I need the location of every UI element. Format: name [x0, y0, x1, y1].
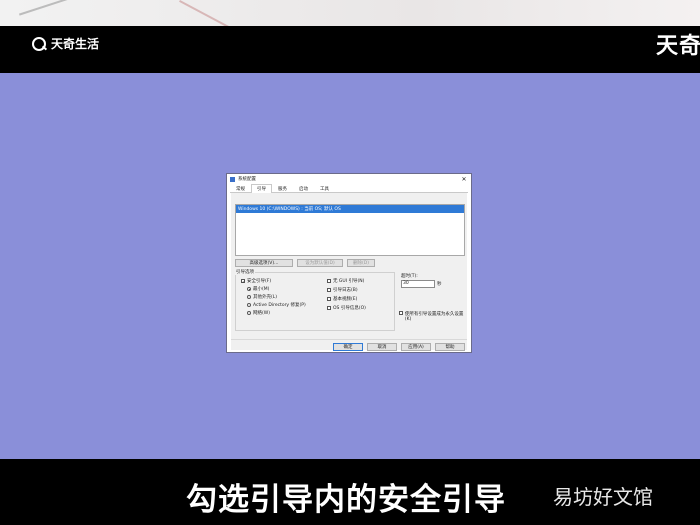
checkbox-box[interactable] [241, 279, 245, 283]
os-entry[interactable]: Windows 10 (C:\WINDOWS) : 当前 OS; 默认 OS [236, 205, 464, 213]
tab-services[interactable]: 服务 [272, 184, 293, 192]
photo-decoration [18, 0, 82, 26]
checkbox-box[interactable] [327, 279, 331, 283]
radio-label: Active Directory 修复(P) [253, 303, 306, 308]
dialog-title: 系统配置 [238, 177, 256, 182]
checkbox-box[interactable] [399, 311, 403, 315]
radio-network[interactable]: 网络(W) [247, 310, 270, 316]
dialog-titlebar: 系统配置 ✕ [227, 174, 471, 184]
logo-text: 天奇生活 [51, 37, 100, 51]
radio-alternate-shell[interactable]: 其他外壳(L) [247, 294, 277, 300]
footer-divider [231, 339, 467, 340]
timeout-label: 超时(T): [401, 274, 418, 279]
make-permanent-checkbox[interactable]: 使所有引导设置成为永久设置(K) [399, 311, 465, 322]
os-boot-info-checkbox[interactable]: OS 引导信息(O) [327, 305, 366, 311]
safe-boot-label: 安全引导(F) [247, 279, 272, 284]
safe-boot-checkbox[interactable]: 安全引导(F) [241, 278, 271, 284]
ok-button[interactable]: 确定 [333, 343, 363, 351]
advanced-options-button[interactable]: 高级选项(V)... [235, 259, 293, 267]
radio-circle[interactable] [247, 295, 251, 299]
watermark-text: 易坊好文馆 [553, 485, 653, 509]
radio-circle[interactable] [247, 311, 251, 315]
delete-button[interactable]: 删除(D) [347, 259, 375, 267]
background-photo-strip [0, 0, 700, 26]
checkbox-label: 基本视频(E) [333, 297, 358, 302]
radio-label: 网络(W) [253, 311, 270, 316]
no-gui-boot-checkbox[interactable]: 无 GUI 引导(N) [327, 278, 364, 284]
checkbox-box[interactable] [327, 288, 331, 292]
app-icon [230, 176, 235, 182]
channel-logo: 天奇生活 [32, 35, 99, 52]
video-top-bar: 天奇生活 天奇 [0, 26, 700, 73]
checkbox-box[interactable] [327, 306, 331, 310]
radio-label: 最小(M) [253, 287, 270, 292]
checkbox-label: 引导日志(B) [333, 288, 358, 293]
checkbox-box[interactable] [327, 297, 331, 301]
radio-label: 其他外壳(L) [253, 295, 278, 300]
subtitle-caption: 勾选引导内的安全引导 [186, 482, 506, 518]
timeout-unit: 秒 [437, 282, 442, 287]
base-video-checkbox[interactable]: 基本视频(E) [327, 296, 357, 302]
tab-boot[interactable]: 引导 [251, 184, 272, 193]
tab-tools[interactable]: 工具 [314, 184, 335, 192]
photo-decoration [179, 0, 260, 26]
checkbox-label: 使所有引导设置成为永久设置(K) [404, 312, 464, 322]
radio-circle[interactable] [247, 303, 251, 307]
boot-log-checkbox[interactable]: 引导日志(B) [327, 287, 358, 293]
radio-ad-repair[interactable]: Active Directory 修复(P) [247, 302, 306, 308]
radio-circle[interactable] [247, 287, 251, 291]
apply-button[interactable]: 应用(A) [401, 343, 431, 351]
boot-tab-panel: Windows 10 (C:\WINDOWS) : 当前 OS; 默认 OS 高… [231, 193, 467, 350]
tab-startup[interactable]: 启动 [293, 184, 314, 192]
radio-minimal[interactable]: 最小(M) [247, 286, 269, 292]
checkbox-label: OS 引导信息(O) [333, 306, 366, 311]
tab-bar: 常规 引导 服务 启动 工具 [230, 184, 468, 193]
timeout-input[interactable]: 30 [401, 280, 435, 288]
os-list[interactable]: Windows 10 (C:\WINDOWS) : 当前 OS; 默认 OS [235, 204, 465, 256]
brand-mark-right: 天奇 [655, 34, 700, 59]
help-button[interactable]: 帮助 [435, 343, 465, 351]
system-config-dialog: 系统配置 ✕ 常规 引导 服务 启动 工具 Windows 10 (C:\WIN… [226, 173, 472, 353]
boot-options-label: 引导选项 [235, 269, 255, 275]
cancel-button[interactable]: 取消 [367, 343, 397, 351]
tab-general[interactable]: 常规 [230, 184, 251, 192]
checkbox-label: 无 GUI 引导(N) [333, 279, 365, 284]
logo-q-icon [32, 36, 46, 51]
close-icon[interactable]: ✕ [457, 176, 471, 183]
set-default-button[interactable]: 设为默认值(D) [297, 259, 343, 267]
